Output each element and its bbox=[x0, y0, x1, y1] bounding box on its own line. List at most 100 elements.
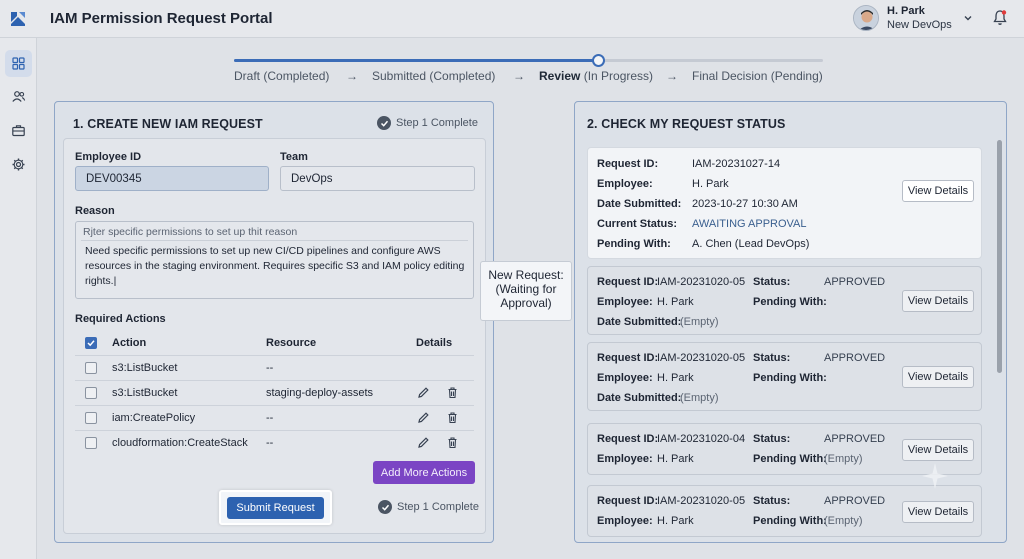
table-row: cloudformation:CreateStack -- bbox=[75, 431, 474, 456]
request-id-value: IAM-20231020-04 bbox=[657, 433, 746, 445]
pending-with-value: (Empty) bbox=[824, 515, 863, 527]
sidebar-item-settings[interactable] bbox=[5, 151, 32, 178]
divider bbox=[81, 240, 468, 241]
row-checkbox[interactable] bbox=[85, 362, 97, 374]
row-checkbox[interactable] bbox=[85, 387, 97, 399]
status-label: Status: bbox=[753, 276, 791, 288]
app-title: IAM Permission Request Portal bbox=[50, 10, 273, 27]
bell-icon[interactable] bbox=[992, 9, 1008, 27]
row-checkbox[interactable] bbox=[85, 412, 97, 424]
sidebar-item-users[interactable] bbox=[5, 83, 32, 110]
request-id-value: IAM-20231020-05 bbox=[657, 495, 746, 507]
pending-with-value: (Empty) bbox=[824, 453, 863, 465]
team-field[interactable]: DevOps bbox=[280, 166, 475, 191]
pending-with-label: Pending With: bbox=[753, 372, 827, 384]
request-card: Request ID: IAM-20231020-05 Status: APPR… bbox=[587, 485, 982, 537]
arrow-icon: → bbox=[513, 69, 525, 83]
step-submitted: Submitted (Completed) bbox=[372, 69, 496, 83]
create-panel-title: 1. CREATE NEW IAM REQUEST bbox=[73, 117, 263, 131]
user-name: H. Park bbox=[887, 5, 925, 17]
add-more-actions-button[interactable]: Add More Actions bbox=[373, 461, 475, 484]
select-all-checkbox[interactable] bbox=[85, 337, 97, 349]
step-complete-badge: Step 1 Complete bbox=[377, 116, 478, 130]
step-review: Review (In Progress) bbox=[539, 69, 654, 83]
users-icon bbox=[12, 91, 26, 102]
trash-icon[interactable] bbox=[446, 436, 459, 449]
chevron-down-icon[interactable] bbox=[962, 12, 974, 24]
employee-label: Employee: bbox=[597, 296, 653, 308]
table-header: Action Resource Details bbox=[75, 331, 474, 356]
pending-with-label: Pending With: bbox=[597, 238, 671, 250]
progress-knob bbox=[592, 54, 606, 67]
resource-cell: -- bbox=[266, 362, 274, 374]
step-complete-badge: Step 1 Complete bbox=[378, 500, 479, 514]
pencil-icon[interactable] bbox=[417, 436, 430, 449]
pending-with-label: Pending With: bbox=[753, 515, 827, 527]
date-submitted-label: Date Submitted: bbox=[597, 316, 682, 328]
pencil-icon[interactable] bbox=[417, 386, 430, 399]
date-submitted-value: 2023-10-27 10:30 AM bbox=[692, 198, 798, 210]
arrow-icon: → bbox=[666, 69, 678, 83]
employee-id-label: Employee ID bbox=[75, 151, 142, 163]
trash-icon[interactable] bbox=[446, 386, 459, 399]
arrow-icon: → bbox=[346, 69, 358, 83]
scrollbar-thumb[interactable] bbox=[997, 140, 1002, 373]
employee-value: H. Park bbox=[657, 515, 694, 527]
request-id-value: IAM-20231020-05 bbox=[657, 352, 746, 364]
pencil-icon[interactable] bbox=[417, 411, 430, 424]
action-cell: iam:CreatePolicy bbox=[112, 412, 196, 424]
date-submitted-label: Date Submitted: bbox=[597, 198, 682, 210]
current-status-label: Current Status: bbox=[597, 218, 678, 230]
reason-text: Need specific permissions to set up new … bbox=[85, 245, 465, 287]
request-form: Employee ID DEV00345 Team DevOps Reason … bbox=[63, 138, 486, 534]
status-label: Status: bbox=[753, 352, 791, 364]
request-id-label: Request ID: bbox=[597, 158, 659, 170]
sparkle-icon bbox=[922, 463, 948, 489]
row-checkbox[interactable] bbox=[85, 437, 97, 449]
action-column-header: Action bbox=[112, 337, 147, 349]
employee-value: H. Park bbox=[657, 296, 694, 308]
top-bar: IAM Permission Request Portal H. Park Ne… bbox=[0, 0, 1024, 38]
step-final-decision: Final Decision (Pending) bbox=[692, 69, 823, 83]
view-details-button[interactable]: View Details bbox=[902, 439, 974, 461]
resource-cell: staging-deploy-assets bbox=[266, 387, 374, 399]
sidebar-item-dashboard[interactable] bbox=[5, 50, 32, 77]
request-card: Request ID: IAM-20231020-05 Status: APPR… bbox=[587, 342, 982, 411]
request-id-value: IAM-20231020-05 bbox=[657, 276, 746, 288]
action-cell: s3:ListBucket bbox=[112, 362, 178, 374]
progress-fill bbox=[234, 59, 600, 62]
status-panel-title: 2. CHECK MY REQUEST STATUS bbox=[587, 117, 786, 131]
view-details-button[interactable]: View Details bbox=[902, 366, 974, 388]
progress-track bbox=[234, 54, 823, 67]
sidebar bbox=[0, 38, 37, 559]
submit-request-button[interactable]: Submit Request bbox=[227, 497, 324, 519]
table-row: s3:ListBucket staging-deploy-assets bbox=[75, 381, 474, 406]
view-details-button[interactable]: View Details bbox=[902, 180, 974, 202]
status-badge: APPROVED bbox=[824, 495, 886, 507]
employee-value: H. Park bbox=[692, 178, 729, 190]
date-submitted-value: (Empty) bbox=[680, 392, 719, 404]
check-circle-icon bbox=[378, 500, 392, 514]
team-label: Team bbox=[280, 151, 308, 163]
new-request-callout: New Request: (Waiting for Approval) bbox=[480, 261, 572, 321]
trash-icon[interactable] bbox=[446, 411, 459, 424]
step-draft: Draft (Completed) bbox=[234, 69, 330, 83]
app-logo-icon[interactable] bbox=[9, 10, 27, 28]
status-badge: APPROVED bbox=[824, 433, 886, 445]
resource-column-header: Resource bbox=[266, 337, 317, 349]
employee-label: Employee: bbox=[597, 515, 653, 527]
employee-id-field[interactable]: DEV00345 bbox=[75, 166, 269, 191]
resource-cell: -- bbox=[266, 437, 274, 449]
sidebar-item-requests[interactable] bbox=[5, 117, 32, 144]
request-id-value: IAM-20231027-14 bbox=[692, 158, 781, 170]
reason-textarea[interactable]: Rjter specific permissions to set up thi… bbox=[75, 221, 474, 299]
view-details-button[interactable]: View Details bbox=[902, 501, 974, 523]
employee-value: H. Park bbox=[657, 453, 694, 465]
status-badge: APPROVED bbox=[824, 352, 886, 364]
reason-placeholder: Rjter specific permissions to set up thi… bbox=[83, 226, 298, 238]
gear-icon bbox=[12, 158, 25, 171]
view-details-button[interactable]: View Details bbox=[902, 290, 974, 312]
status-label: Status: bbox=[753, 433, 791, 445]
request-card: Request ID: IAM-20231020-05 Status: APPR… bbox=[587, 266, 982, 335]
avatar[interactable] bbox=[853, 5, 879, 31]
